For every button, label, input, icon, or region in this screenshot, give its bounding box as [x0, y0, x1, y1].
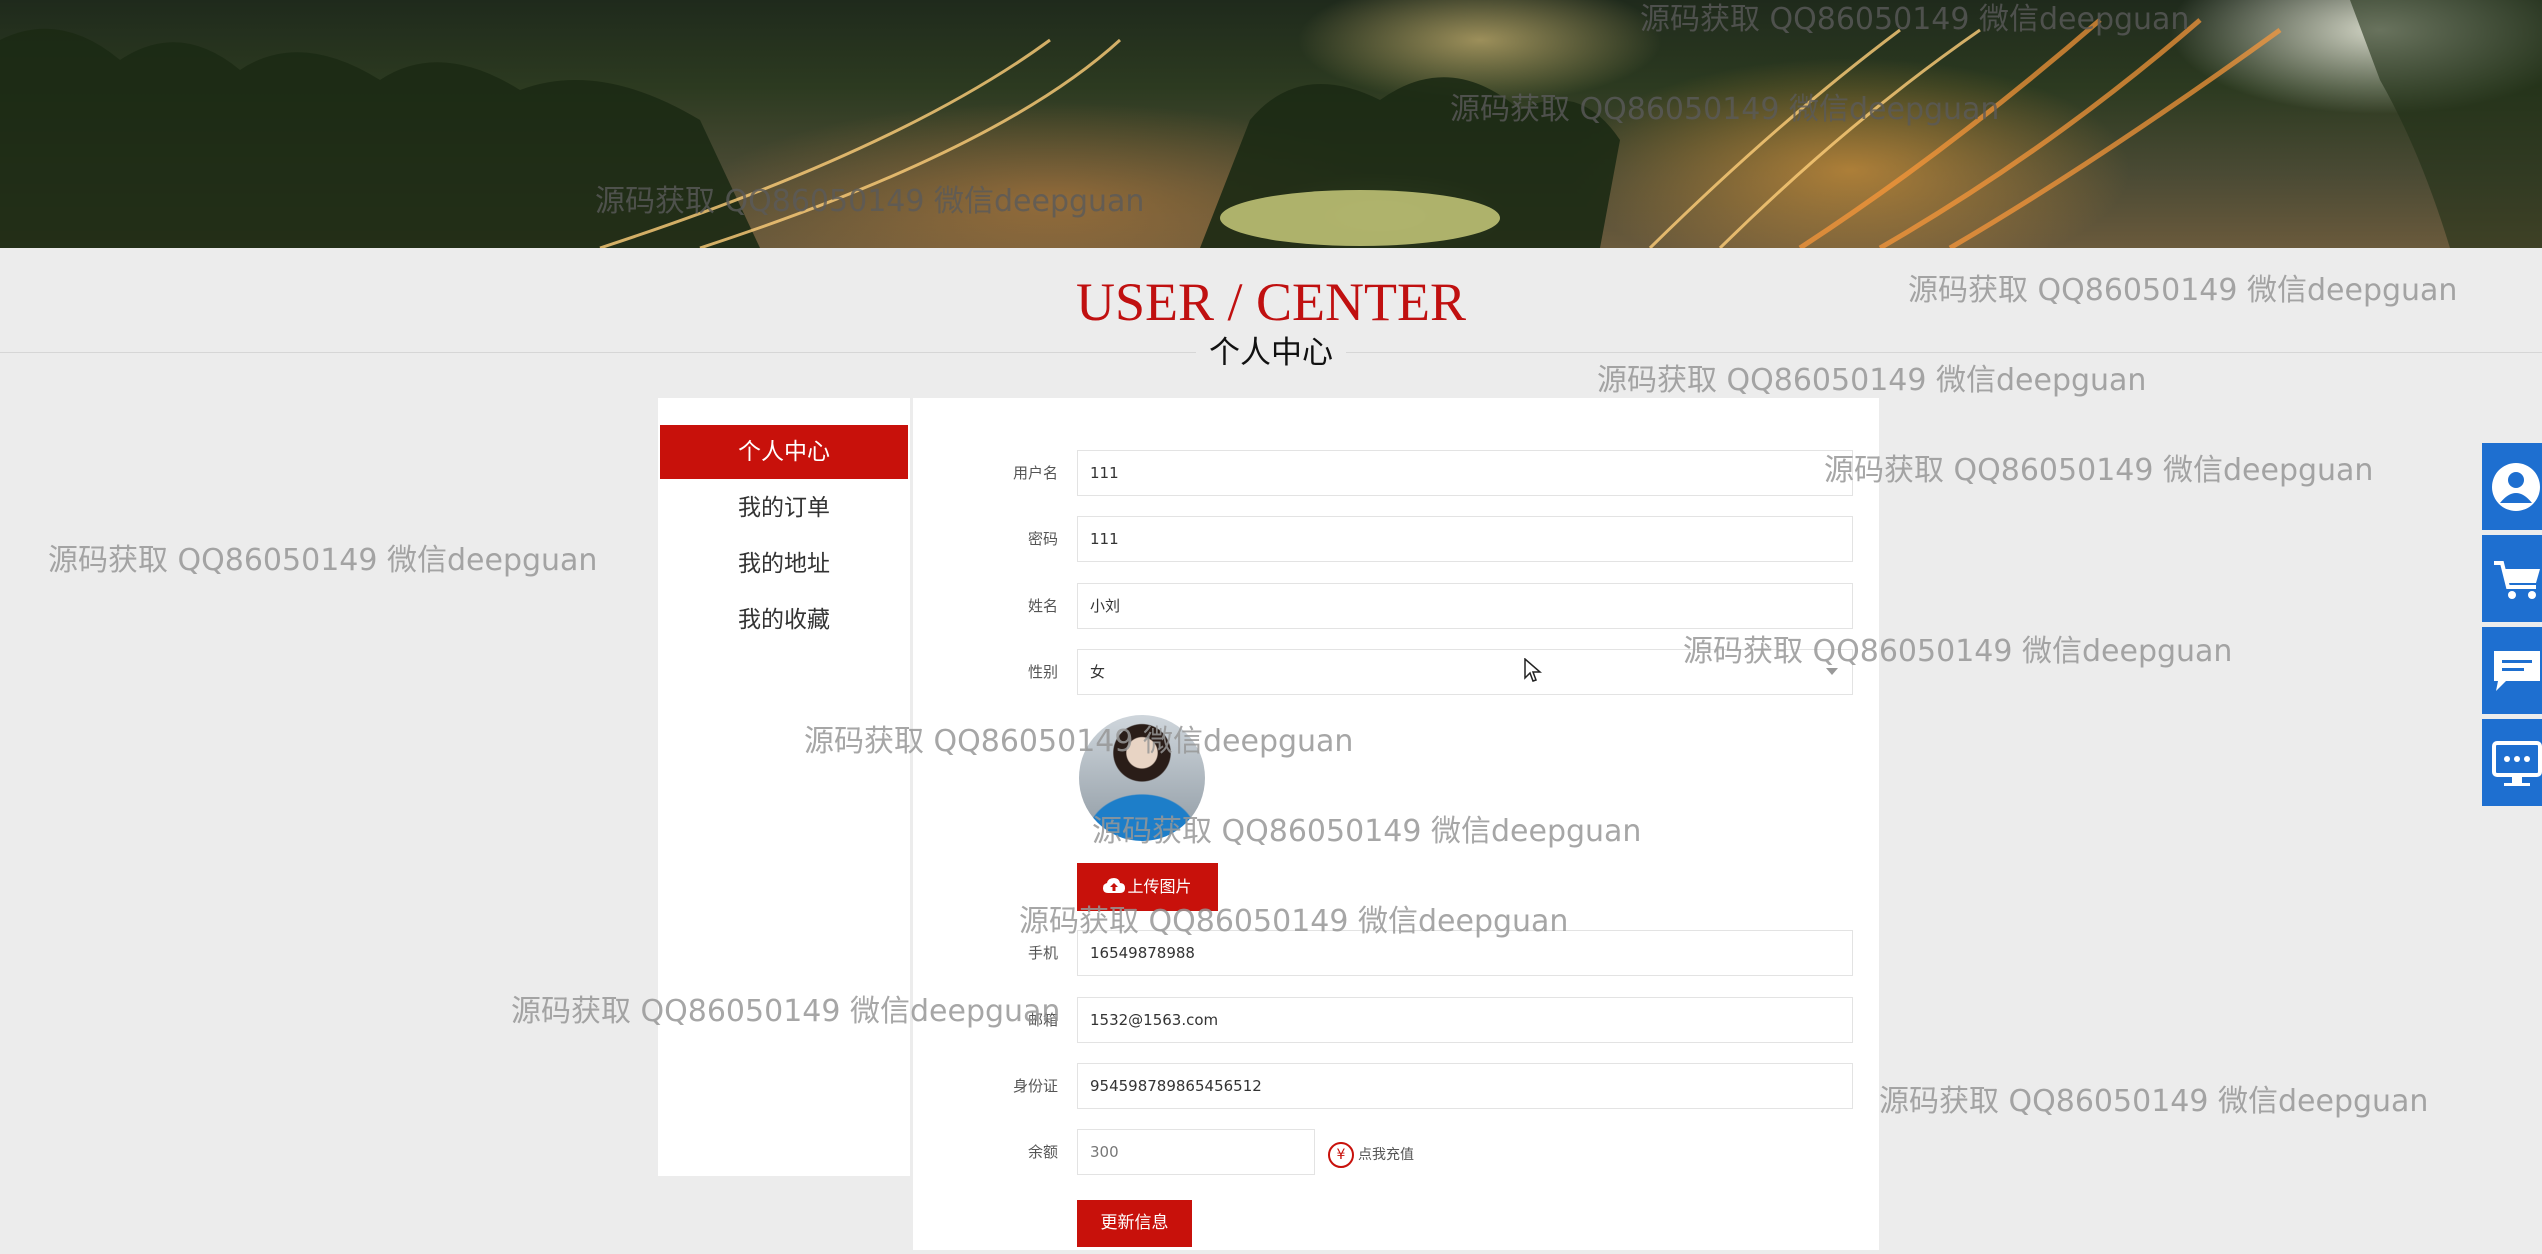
username-label: 用户名 [1012, 464, 1058, 482]
gender-value: 女 [1090, 663, 1106, 681]
name-field[interactable]: 小刘 [1077, 583, 1853, 629]
password-field[interactable]: 111 [1077, 516, 1853, 562]
phone-label: 手机 [1027, 944, 1058, 962]
menu-item-favorites[interactable]: 我的收藏 [660, 593, 908, 647]
watermark: 源码获取 QQ86050149 微信deepguan [1597, 363, 2147, 398]
cloud-upload-icon [1103, 878, 1126, 893]
upload-image-button[interactable]: 上传图片 [1077, 863, 1218, 911]
mouse-cursor-icon [1524, 658, 1542, 682]
yen-icon: ¥ [1328, 1142, 1354, 1168]
user-center-menu: 个人中心 我的订单 我的地址 我的收藏 [658, 398, 910, 1176]
service-icon [2492, 741, 2542, 786]
chat-button[interactable] [2482, 627, 2542, 714]
banner-image [0, 0, 2542, 248]
gender-select[interactable]: 女 [1077, 649, 1853, 695]
chevron-down-icon [1826, 668, 1838, 675]
watermark: 源码获取 QQ86050149 微信deepguan [1824, 453, 2374, 488]
gender-label: 性别 [1027, 663, 1058, 681]
user-icon [2492, 463, 2540, 511]
header-banner [0, 0, 2542, 248]
watermark: 源码获取 QQ86050149 微信deepguan [48, 543, 598, 578]
recharge-label: 点我充值 [1358, 1147, 1414, 1163]
cart-icon [2494, 561, 2540, 599]
email-label: 邮箱 [1027, 1011, 1058, 1029]
page-title-en: USER / CENTER [1075, 272, 1467, 332]
username-field[interactable]: 111 [1077, 450, 1853, 496]
user-button[interactable] [2482, 443, 2542, 530]
idcard-label: 身份证 [1012, 1077, 1058, 1095]
page-title-cn: 个人中心 [1196, 334, 1346, 372]
watermark: 源码获取 QQ86050149 微信deepguan [1879, 1084, 2429, 1119]
menu-item-address[interactable]: 我的地址 [660, 537, 908, 591]
balance-field: 300 [1077, 1129, 1315, 1175]
idcard-field[interactable]: 954598789865456512 [1077, 1063, 1853, 1109]
chat-icon [2494, 651, 2540, 691]
name-label: 姓名 [1027, 597, 1058, 615]
balance-label: 余额 [1027, 1143, 1058, 1161]
password-label: 密码 [1027, 530, 1058, 548]
avatar [1079, 715, 1205, 841]
cart-button[interactable] [2482, 535, 2542, 622]
email-field[interactable]: 1532@1563.com [1077, 997, 1853, 1043]
floating-toolbar [2482, 443, 2542, 811]
menu-item-profile[interactable]: 个人中心 [660, 425, 908, 479]
upload-image-label: 上传图片 [1127, 877, 1192, 896]
service-button[interactable] [2482, 719, 2542, 806]
phone-field[interactable]: 16549878988 [1077, 930, 1853, 976]
menu-item-orders[interactable]: 我的订单 [660, 481, 908, 535]
recharge-link[interactable]: ¥ 点我充值 [1328, 1141, 1414, 1169]
update-info-button[interactable]: 更新信息 [1077, 1200, 1192, 1247]
